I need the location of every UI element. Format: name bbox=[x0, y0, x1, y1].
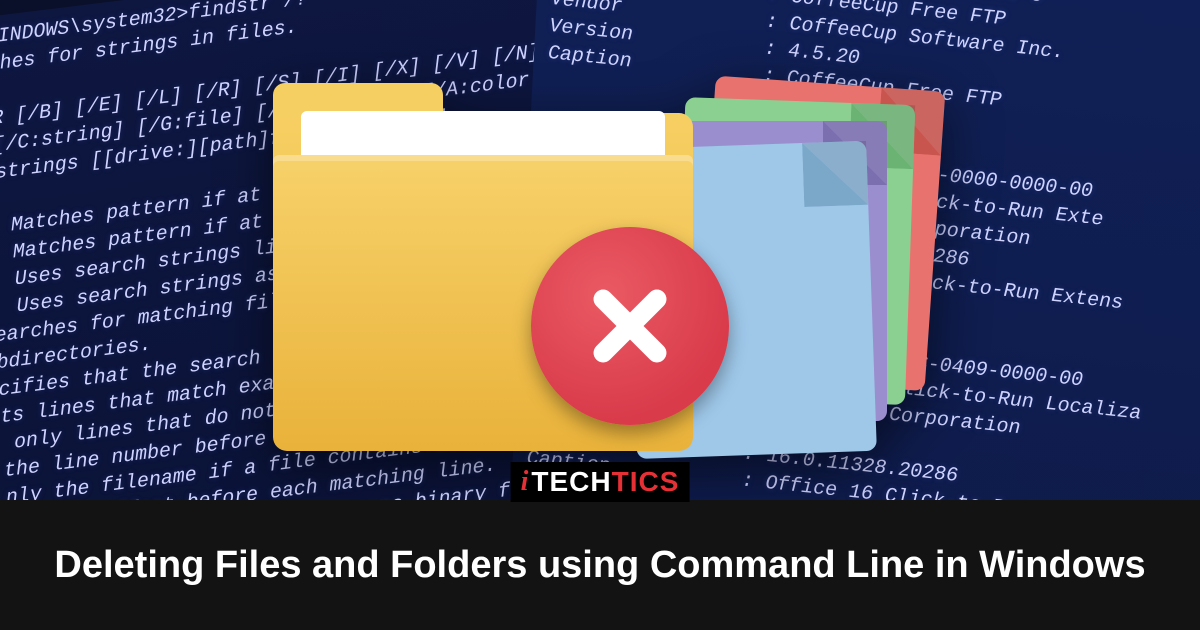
logo-tech: TECH bbox=[531, 466, 611, 498]
hero-illustration bbox=[255, 55, 945, 475]
page-title: Deleting Files and Folders using Command… bbox=[30, 544, 1169, 587]
delete-badge bbox=[531, 227, 729, 425]
logo-tics: TICS bbox=[612, 466, 680, 498]
page-fold-icon bbox=[802, 141, 868, 207]
close-icon bbox=[582, 278, 678, 374]
title-banner: iTECHTICS Deleting Files and Folders usi… bbox=[0, 500, 1200, 630]
logo-i: i bbox=[521, 466, 530, 498]
site-logo: iTECHTICS bbox=[511, 462, 690, 502]
